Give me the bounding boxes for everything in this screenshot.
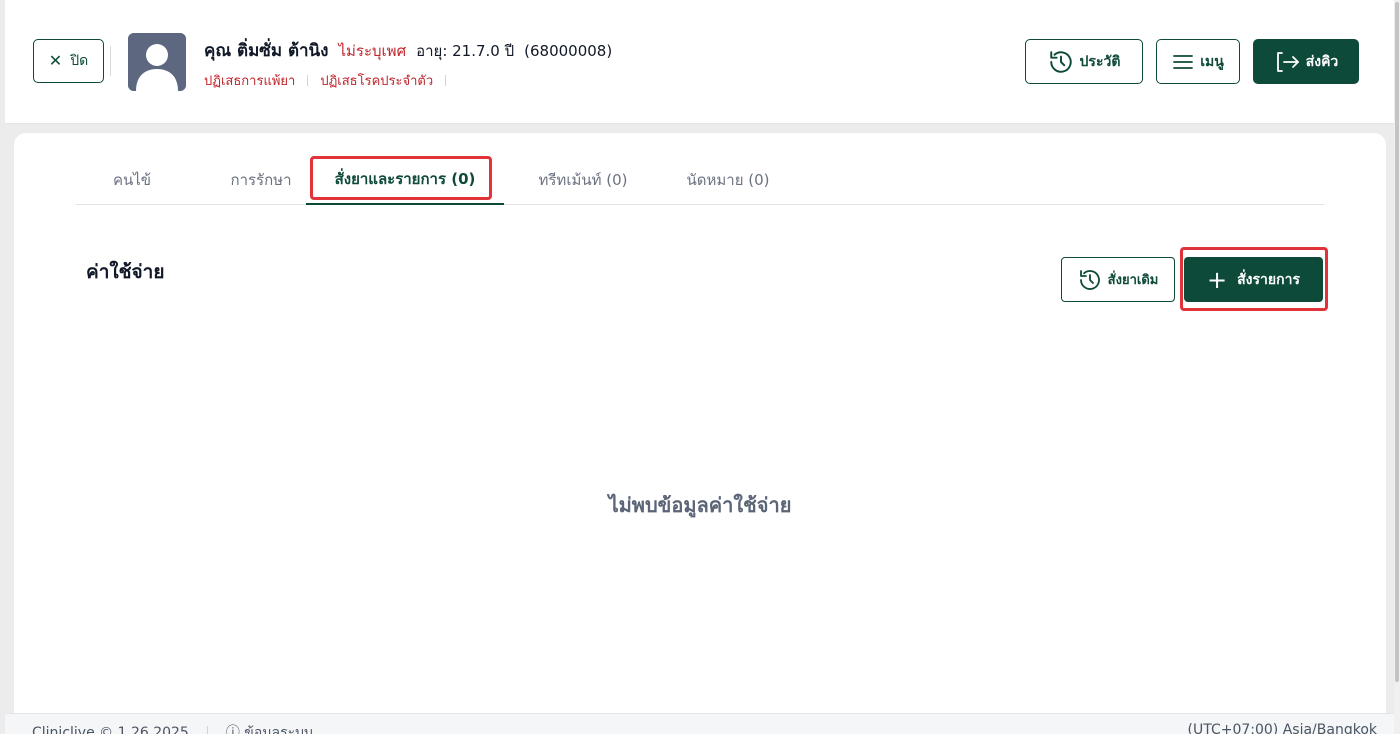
divider bbox=[307, 75, 309, 86]
history-icon bbox=[1048, 49, 1074, 75]
logout-arrow-icon bbox=[1274, 50, 1300, 74]
close-icon: ✕ bbox=[48, 51, 63, 70]
main-panel: คนไข้ การรักษา สั่งยาและรายการ (0) ทรีทเ… bbox=[14, 133, 1386, 733]
allergy-status: ปฏิเสธการแพ้ยา bbox=[204, 74, 296, 89]
menu-label: เมนู bbox=[1200, 53, 1224, 70]
section-title: ค่าใช้จ่าย bbox=[86, 261, 165, 283]
system-info-label: ข้อมูลระบบ bbox=[244, 725, 313, 734]
patient-gender: ไม่ระบุเพศ bbox=[338, 42, 407, 60]
tab-orders[interactable]: สั่งยาและรายการ (0) bbox=[306, 155, 504, 205]
patient-age: อายุ: 21.7.0 ปี bbox=[416, 42, 515, 60]
tab-label: สั่งยาและรายการ (0) bbox=[334, 170, 476, 188]
reorder-previous-button[interactable]: สั่งยาเดิม bbox=[1061, 257, 1175, 302]
menu-button[interactable]: เมนู bbox=[1156, 39, 1240, 84]
patient-info: คุณ ติ่มซั่ม ต้านิง ไม่ระบุเพศ อายุ: 21.… bbox=[204, 37, 612, 64]
add-order-label: สั่งรายการ bbox=[1237, 271, 1300, 288]
patient-hn: (68000008) bbox=[524, 42, 613, 60]
tab-label: ทรีทเม้นท์ (0) bbox=[538, 171, 628, 189]
close-button[interactable]: ✕ ปิด bbox=[33, 39, 104, 83]
history-label: ประวัติ bbox=[1079, 53, 1121, 70]
tab-label: การรักษา bbox=[230, 171, 292, 189]
tab-treatment[interactable]: การรักษา bbox=[206, 155, 316, 205]
hamburger-icon bbox=[1172, 53, 1194, 71]
tab-patient[interactable]: คนไข้ bbox=[96, 155, 168, 205]
empty-state-message: ไม่พบข้อมูลค่าใช้จ่าย bbox=[608, 493, 792, 517]
avatar bbox=[128, 33, 186, 91]
history-button[interactable]: ประวัติ bbox=[1025, 39, 1143, 84]
tab-label: คนไข้ bbox=[112, 171, 152, 189]
scrollbar[interactable] bbox=[1394, 0, 1400, 734]
send-queue-label: ส่งคิว bbox=[1305, 53, 1339, 70]
divider bbox=[445, 75, 447, 86]
send-queue-button[interactable]: ส่งคิว bbox=[1253, 39, 1359, 84]
close-label: ปิด bbox=[70, 53, 89, 69]
system-info-link[interactable]: ⓘ ข้อมูลระบบ bbox=[226, 722, 313, 734]
chronic-disease-status: ปฏิเสธโรคประจำตัว bbox=[320, 74, 434, 89]
patient-name: คุณ ติ่มซั่ม ต้านิง bbox=[204, 41, 329, 61]
app-version: Cliniclive © 1.26.2025 bbox=[32, 725, 189, 734]
history-icon bbox=[1078, 268, 1102, 292]
add-order-button[interactable]: + สั่งรายการ bbox=[1184, 257, 1323, 302]
tab-appointments[interactable]: นัดหมาย (0) bbox=[674, 155, 782, 205]
tab-treatments[interactable]: ทรีทเม้นท์ (0) bbox=[524, 155, 642, 205]
footer: Cliniclive © 1.26.2025 ⓘ ข้อมูลระบบ (UTC… bbox=[5, 713, 1395, 734]
divider bbox=[206, 726, 208, 734]
divider bbox=[110, 46, 111, 76]
tab-bar: คนไข้ การรักษา สั่งยาและรายการ (0) ทรีทเ… bbox=[76, 155, 1324, 205]
plus-icon: + bbox=[1207, 265, 1228, 294]
tab-label: นัดหมาย (0) bbox=[686, 171, 770, 189]
scrollbar-thumb[interactable] bbox=[1395, 2, 1399, 682]
info-icon: ⓘ bbox=[225, 725, 240, 734]
reorder-previous-label: สั่งยาเดิม bbox=[1107, 273, 1159, 288]
patient-alerts: ปฏิเสธการแพ้ยา ปฏิเสธโรคประจำตัว bbox=[204, 70, 447, 91]
timezone: (UTC+07:00) Asia/Bangkok bbox=[1187, 722, 1378, 734]
top-bar: ✕ ปิด คุณ ติ่มซั่ม ต้านิง ไม่ระบุเพศ อาย… bbox=[5, 0, 1395, 124]
